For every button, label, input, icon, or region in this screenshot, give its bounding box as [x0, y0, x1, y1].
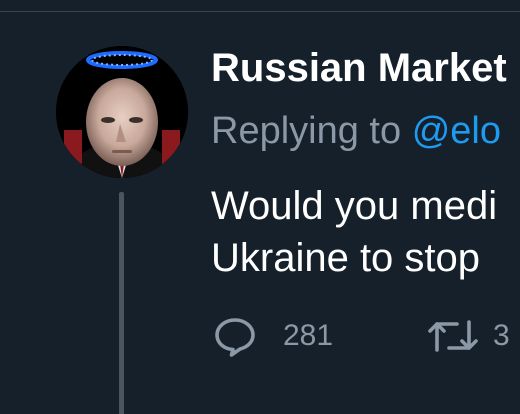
reply-bubble-icon — [213, 314, 257, 358]
avatar-image — [56, 46, 188, 178]
reply-handle-link[interactable]: @elo — [412, 110, 501, 152]
retweet-icon — [427, 314, 479, 358]
retweet-count: 3 — [493, 319, 510, 352]
display-name[interactable]: Russian Market — [211, 44, 507, 92]
reply-button[interactable]: 281 — [213, 312, 333, 360]
replying-to: Replying to @elo — [211, 108, 501, 154]
retweet-button[interactable]: 3 — [427, 312, 510, 360]
avatar[interactable] — [56, 46, 188, 178]
thread-line — [119, 192, 124, 414]
tweet-text-line: Ukraine to stop — [211, 236, 481, 280]
reply-count: 281 — [283, 319, 334, 352]
top-divider — [0, 11, 520, 12]
tweet-text: Would you medi Ukraine to stop — [211, 180, 497, 284]
replying-to-label: Replying to — [211, 110, 402, 152]
tweet-text-line: Would you medi — [211, 184, 498, 228]
